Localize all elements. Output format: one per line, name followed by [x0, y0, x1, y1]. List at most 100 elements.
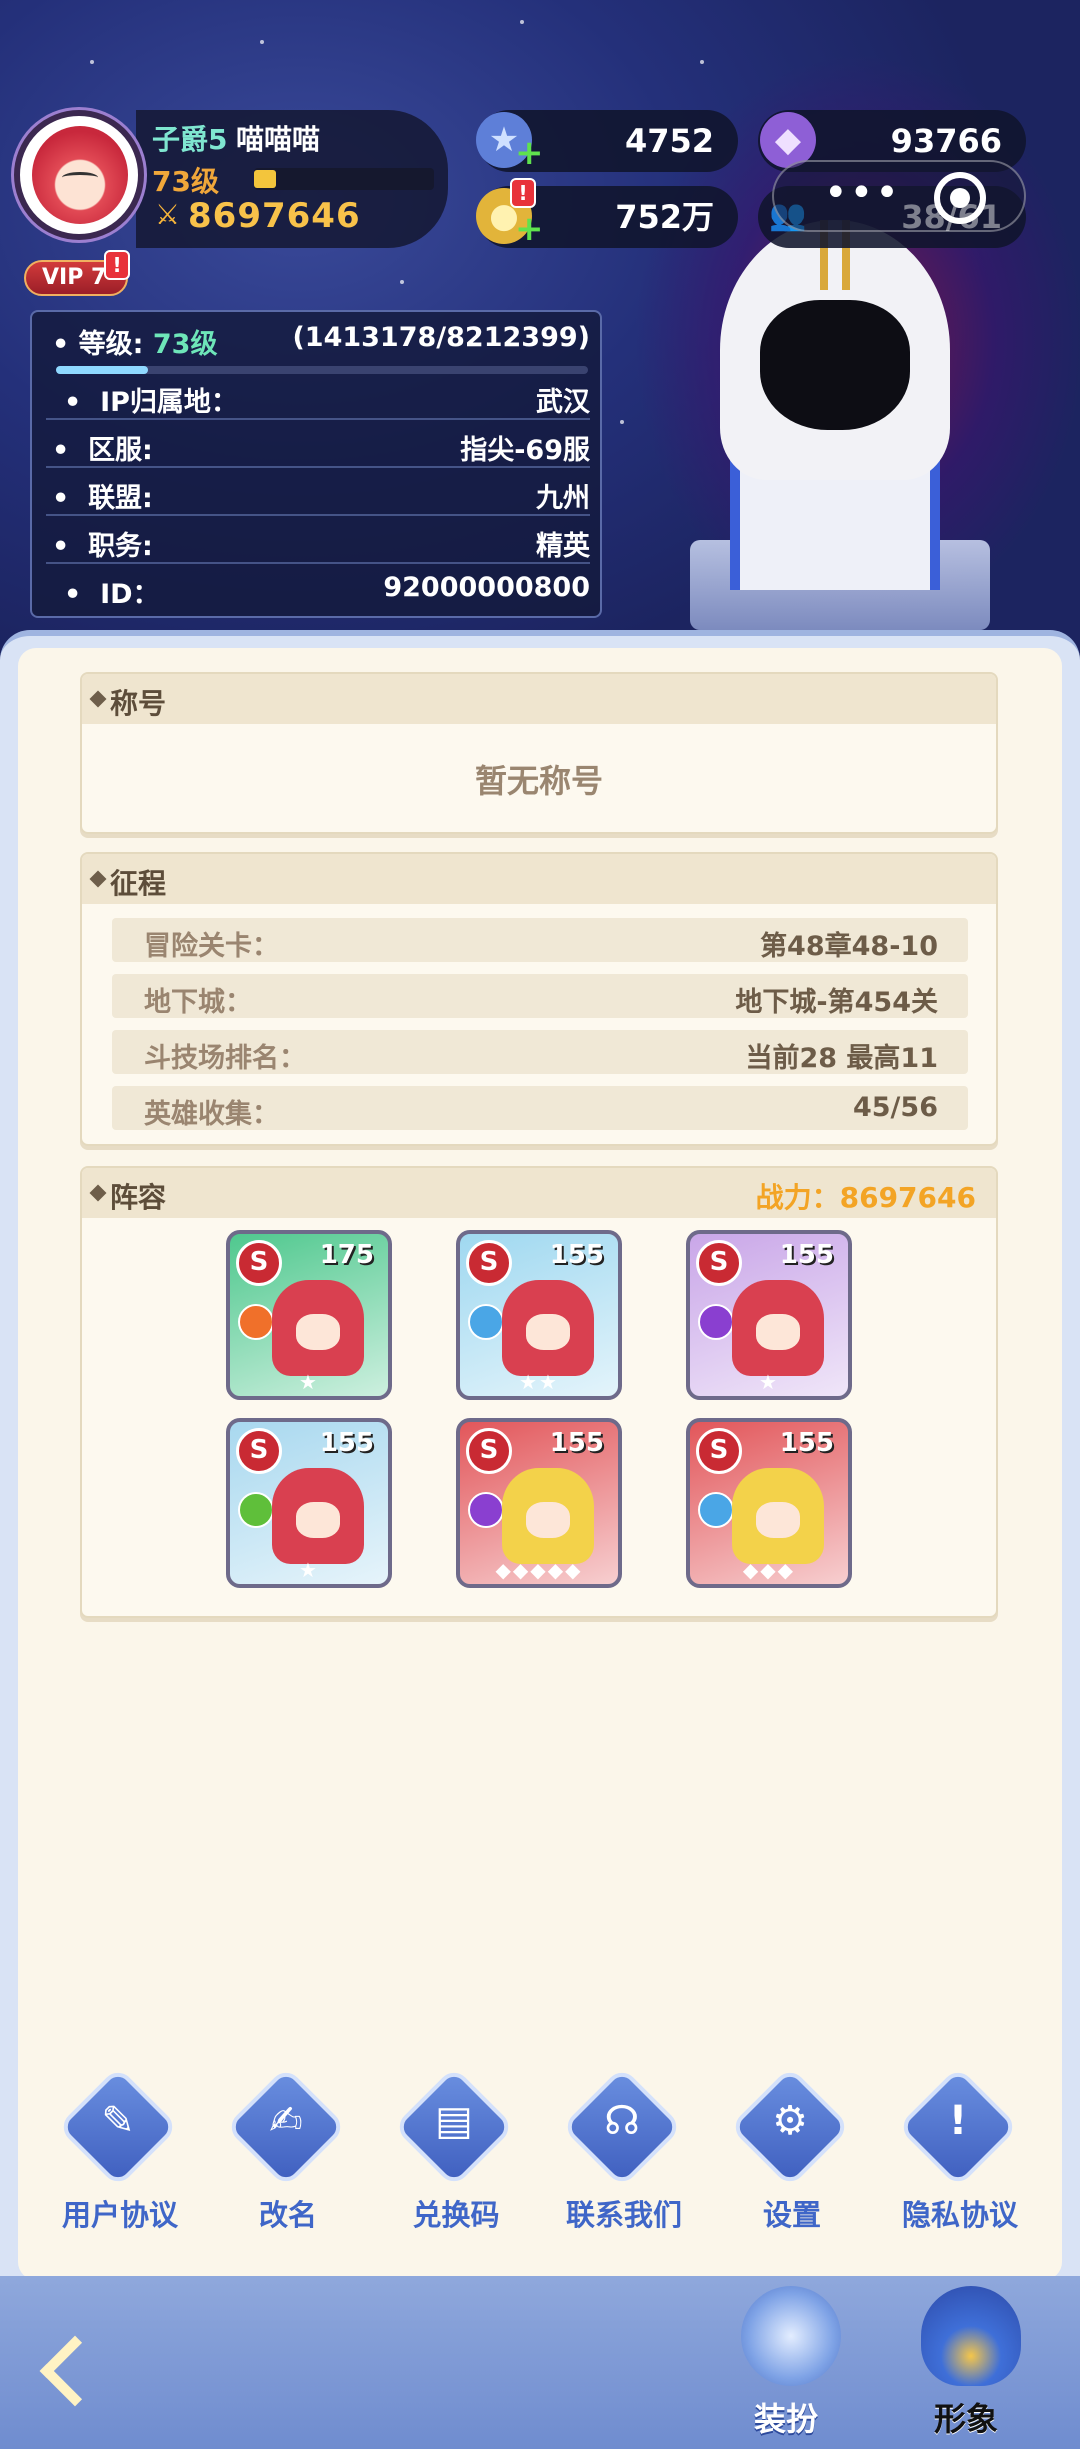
nav-appearance-label: 形象 [933, 2400, 998, 2438]
rank-badge-icon: S [466, 1428, 512, 1474]
journey-row-adventure: 冒险关卡： 第48章48-10 [112, 918, 968, 962]
rank-badge-icon: S [236, 1240, 282, 1286]
combat-power: 8697646 [188, 196, 361, 236]
rank-badge-icon: S [466, 1240, 512, 1286]
hero-level: 155 [549, 1428, 604, 1458]
info-row-ip: • IP归属地： 武汉 [46, 374, 590, 420]
section-title: 征程 [110, 867, 167, 900]
avatar[interactable] [14, 110, 144, 240]
hero-level: 155 [779, 1240, 834, 1270]
element-fire-icon [238, 1304, 274, 1340]
crossed-swords-icon: ⚔ [155, 198, 181, 231]
hero-card[interactable]: S 155 ◆◆◆◆◆ [456, 1418, 622, 1588]
hero-portrait [272, 1468, 364, 1564]
character-hood [720, 220, 950, 480]
section-title: 称号 [110, 687, 167, 720]
hero-portrait [272, 1280, 364, 1376]
shield-icon: ! [948, 2098, 968, 2144]
document-edit-icon: ✎ [101, 2098, 135, 2144]
add-gold-icon[interactable]: + [515, 212, 544, 246]
diamond-bullet-icon [89, 690, 107, 708]
hero-portrait [732, 1280, 824, 1376]
position-label: 职务: [88, 531, 153, 562]
exp-progress-bar [56, 366, 588, 374]
element-void-icon [698, 1304, 734, 1340]
info-row-alliance: • 联盟: 九州 [46, 470, 590, 516]
hero-stars: ★★ [519, 1370, 559, 1394]
action-button-label: 兑换码 [412, 2198, 500, 2232]
level-progress-bar [254, 168, 434, 190]
hero-level: 155 [549, 1240, 604, 1270]
hero-portrait [732, 1468, 824, 1564]
journey-row-heroes: 英雄收集： 45/56 [112, 1086, 968, 1130]
info-row-level: • 等级: 73级 (1413178/8212399) [46, 316, 590, 376]
wizard-hat-icon [921, 2286, 1021, 2386]
gear-icon: ⚙ [772, 2098, 808, 2144]
level-label: 等级: [78, 329, 144, 360]
hero-portrait [502, 1280, 594, 1376]
journey-row-dungeon: 地下城： 地下城-第454关 [112, 974, 968, 1018]
action-button-label: 隐私协议 [901, 2198, 1018, 2232]
action-button-label: 用户协议 [61, 2198, 178, 2232]
id-label: ID： [100, 579, 160, 610]
id-value: 92000000800 [383, 572, 590, 603]
add-star-gem-icon[interactable]: + [515, 136, 544, 170]
player-nickname: 喵喵喵 [236, 123, 321, 156]
rank-badge-icon: S [696, 1240, 742, 1286]
player-character[interactable] [660, 190, 1020, 650]
noble-rank: 子爵5 [152, 123, 228, 156]
vip-label: VIP 7 [42, 265, 107, 290]
info-row-server: • 区服: 指尖-69服 [46, 422, 590, 468]
dress-up-icon [741, 2286, 841, 2386]
hero-card[interactable]: S 155 ★ [226, 1418, 392, 1588]
action-button[interactable]: ✍ 改名 [213, 2066, 363, 2232]
action-button-label: 改名 [258, 2198, 317, 2232]
rename-icon: ✍ [269, 2098, 303, 2144]
action-button[interactable]: ✎ 用户协议 [45, 2066, 195, 2232]
rank-badge-icon: S [236, 1428, 282, 1474]
nav-appearance[interactable]: 形象 [886, 2276, 1046, 2449]
player-level: 73级 [152, 165, 219, 198]
empty-title-text: 暂无称号 [474, 762, 603, 800]
hero-card[interactable]: S 155 ★★ [456, 1230, 622, 1400]
nav-dress-up[interactable]: 装扮 [706, 2276, 866, 2449]
hero-stars: ★ [299, 1370, 319, 1394]
diamond-bullet-icon [89, 870, 107, 888]
action-button-label: 设置 [762, 2198, 821, 2232]
info-row-position: • 职务: 精英 [46, 518, 590, 564]
position-value: 精英 [536, 531, 590, 562]
action-button[interactable]: ⚙ 设置 [717, 2066, 867, 2232]
action-button-label: 联系我们 [565, 2198, 682, 2232]
more-icon[interactable]: ••• [824, 170, 901, 216]
hero-level: 175 [319, 1240, 374, 1270]
lineup-power: 战力：8697646 [755, 1181, 976, 1214]
hero-stars: ◆◆◆ [742, 1558, 796, 1582]
level-exp: (1413178/8212399) [292, 322, 590, 353]
server-value: 指尖-69服 [460, 435, 590, 466]
info-row-id: • ID： 92000000800 [64, 572, 590, 610]
journey-row-arena: 斗技场排名： 当前28 最高11 [112, 1030, 968, 1074]
close-target-icon[interactable] [934, 172, 986, 224]
ip-value: 武汉 [536, 387, 590, 418]
action-button[interactable]: ! 隐私协议 [885, 2066, 1035, 2232]
vip-badge[interactable]: VIP 7 ! [24, 250, 130, 296]
nav-dress-up-label: 装扮 [753, 2400, 818, 2438]
element-void-icon [468, 1492, 504, 1528]
bottom-nav: 装扮 形象 [0, 2276, 1080, 2449]
player-info-box: • 等级: 73级 (1413178/8212399) • IP归属地： 武汉 … [30, 310, 602, 618]
action-button[interactable]: ☊ 联系我们 [549, 2066, 699, 2232]
back-button[interactable] [30, 2326, 120, 2416]
alert-icon: ! [104, 250, 130, 280]
ip-label: IP归属地： [100, 387, 238, 418]
journey-section: 征程 冒险关卡： 第48章48-10 地下城： 地下城-第454关 斗技场排名：… [80, 852, 998, 1146]
miniprogram-capsule[interactable]: ••• [772, 160, 1026, 232]
hero-card[interactable]: S 155 ◆◆◆ [686, 1418, 852, 1588]
chevron-left-icon [39, 2335, 111, 2407]
rank-badge-icon: S [696, 1428, 742, 1474]
hero-stars: ★ [299, 1558, 319, 1582]
hero-card[interactable]: S 155 ★ [686, 1230, 852, 1400]
hero-card[interactable]: S 175 ★ [226, 1230, 392, 1400]
title-section: 称号 暂无称号 [80, 672, 998, 834]
action-button[interactable]: ▤ 兑换码 [381, 2066, 531, 2232]
element-nature-icon [238, 1492, 274, 1528]
